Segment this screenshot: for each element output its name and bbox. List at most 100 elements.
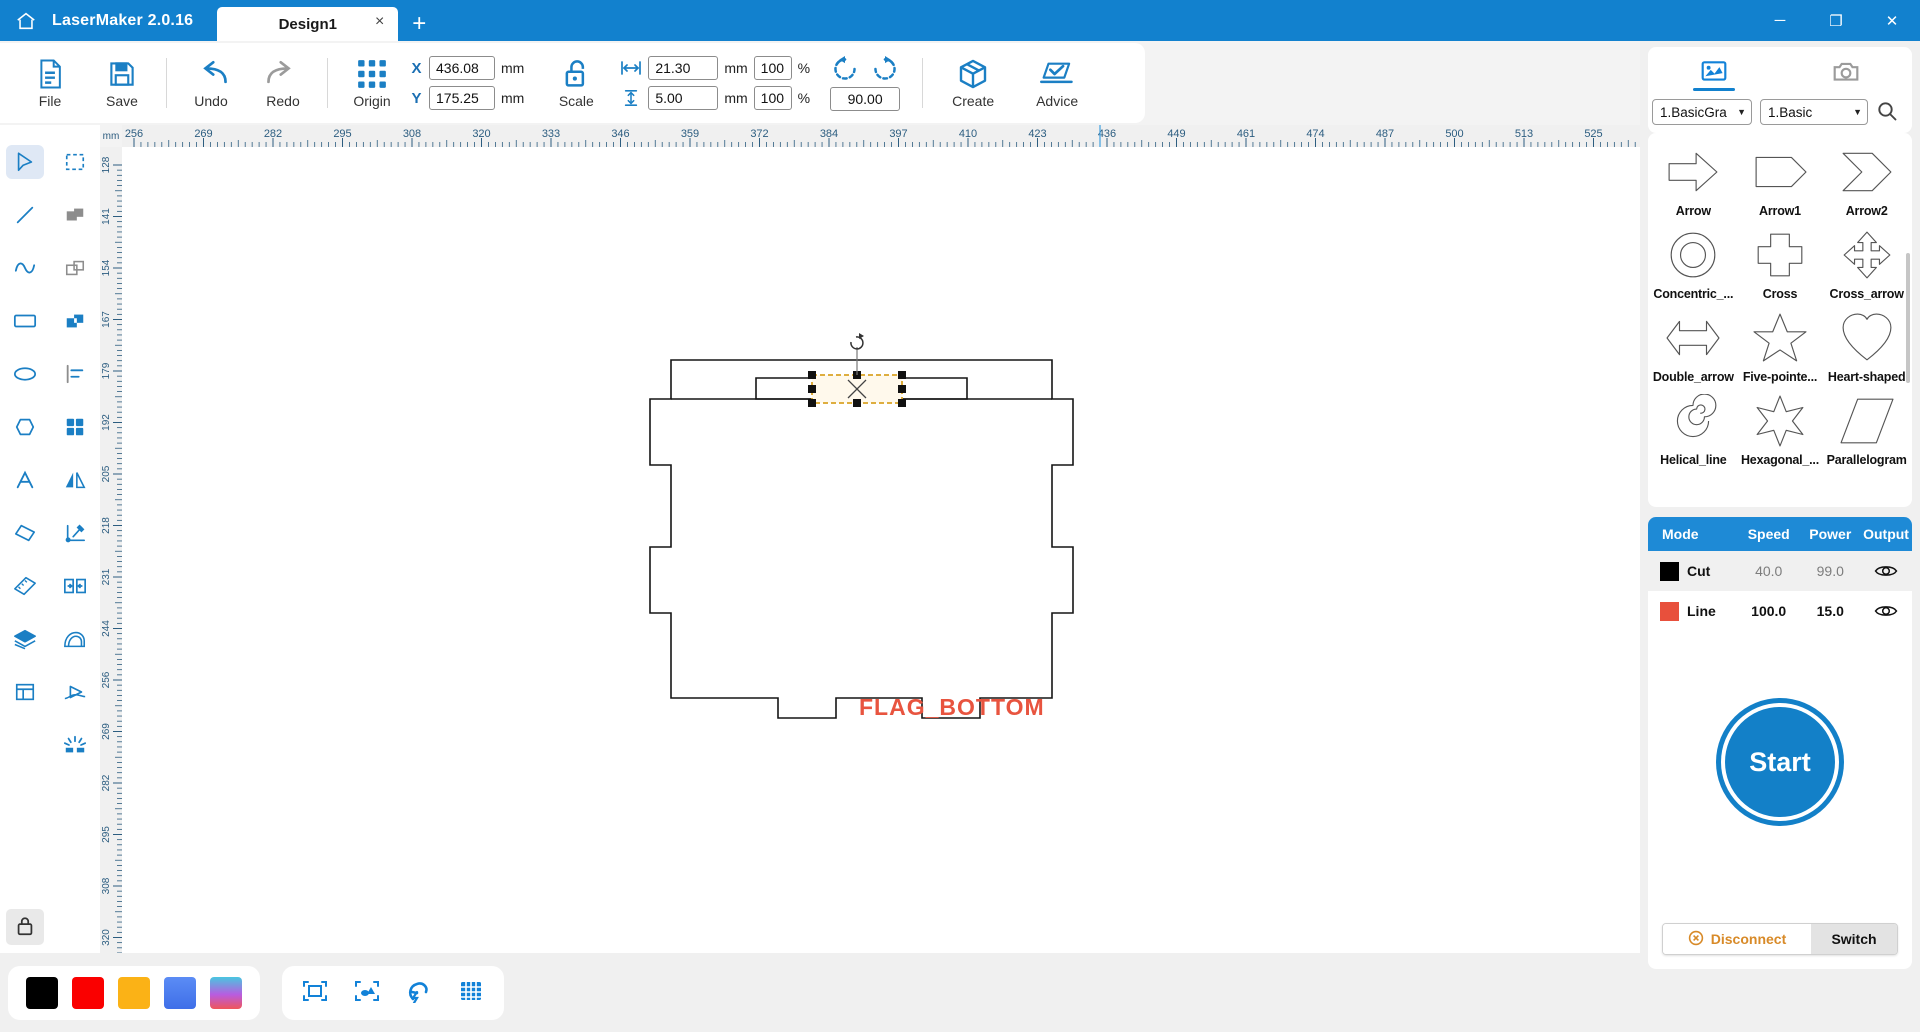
array-tool[interactable] — [50, 400, 100, 453]
home-icon[interactable] — [0, 0, 52, 41]
select-similar-icon[interactable] — [354, 979, 380, 1006]
eraser-tool[interactable] — [0, 506, 50, 559]
height-input[interactable]: 5.00 — [648, 86, 719, 110]
horizontal-ruler[interactable]: 256 269 282 295 308 320 333 346 359 372 384 397 410 4… — [122, 125, 1640, 147]
maximize-icon[interactable]: ❐ — [1808, 0, 1864, 41]
width-input[interactable]: 21.30 — [648, 56, 719, 80]
redo-button[interactable]: Redo — [247, 58, 319, 109]
shape-item-concentric[interactable]: Concentric_... — [1650, 222, 1737, 305]
measure-angle-tool[interactable] — [50, 506, 100, 559]
marquee-select-tool[interactable] — [50, 135, 100, 188]
text-tool[interactable] — [0, 453, 50, 506]
subtract-tool[interactable] — [50, 241, 100, 294]
table-row[interactable]: Cut 40.0 99.0 — [1648, 551, 1912, 591]
path-arrow-icon — [56, 675, 94, 709]
rotation-input[interactable]: 90.00 — [830, 86, 901, 111]
save-button[interactable]: Save — [86, 58, 158, 109]
table-row[interactable]: Line 100.0 15.0 — [1648, 591, 1912, 631]
swatch-gradient[interactable] — [210, 976, 242, 1009]
shape-item-arrow1[interactable]: Arrow1 — [1737, 139, 1824, 222]
redo-label: Redo — [266, 92, 300, 109]
magnet-snap-icon[interactable] — [406, 979, 432, 1006]
frame-tool[interactable] — [0, 665, 50, 718]
disconnect-button[interactable]: Disconnect — [1663, 924, 1811, 954]
x-input[interactable]: 436.08 — [429, 56, 495, 80]
swatch-blue[interactable] — [164, 976, 196, 1009]
eye-icon[interactable] — [1860, 603, 1912, 619]
divider — [922, 58, 924, 108]
shape-item-heartshaped[interactable]: Heart-shaped — [1823, 305, 1910, 388]
minimize-icon[interactable]: ─ — [1752, 0, 1808, 41]
file-button[interactable]: File — [14, 58, 86, 109]
vertical-ruler[interactable]: 128 141 154 167 179 192 205 218 231 244 256 269 282 2… — [100, 147, 122, 953]
shape-scrollbar[interactable] — [1906, 253, 1910, 383]
rotate-left-icon[interactable] — [832, 55, 858, 82]
subcategory-select[interactable]: 1.Basic ▼ — [1760, 99, 1868, 125]
category-select[interactable]: 1.BasicGra ▼ — [1652, 99, 1752, 125]
design-canvas[interactable]: FLAG_BOTTOM — [122, 147, 1640, 953]
redo-icon — [264, 58, 302, 90]
shape-item-arrow2[interactable]: Arrow2 — [1823, 139, 1910, 222]
swatch-red[interactable] — [72, 976, 104, 1009]
shape-library[interactable]: Arrow Arrow1 Arrow2 Concentric_... Cross Cros… — [1648, 133, 1912, 507]
height-percent-input[interactable]: 100 — [753, 86, 792, 110]
shape-item-cross[interactable]: Cross — [1737, 222, 1824, 305]
close-icon[interactable]: × — [375, 14, 384, 30]
lock-tool[interactable] — [6, 909, 44, 945]
polygon-tool[interactable] — [0, 400, 50, 453]
eye-icon[interactable] — [1860, 563, 1912, 579]
union-tool[interactable] — [50, 188, 100, 241]
distribute-tool[interactable] — [50, 559, 100, 612]
origin-button[interactable]: Origin — [336, 58, 408, 109]
layer-color-swatch[interactable] — [1660, 561, 1679, 581]
width-percent-input[interactable]: 100 — [753, 56, 792, 80]
layer-speed-value[interactable]: 100.0 — [1737, 603, 1800, 619]
swatch-black[interactable] — [26, 976, 58, 1009]
path-tool[interactable] — [50, 665, 100, 718]
shape-item-arrow[interactable]: Arrow — [1650, 139, 1737, 222]
new-tab-button[interactable]: + — [412, 12, 426, 36]
cross-arrow-shape — [1838, 228, 1896, 285]
layers-tool[interactable] — [0, 612, 50, 665]
curve-tool[interactable] — [0, 241, 50, 294]
advice-button[interactable]: Advice — [1015, 58, 1099, 109]
shape-item-helicalline[interactable]: Helical_line — [1650, 388, 1737, 471]
layer-speed-value[interactable]: 40.0 — [1737, 563, 1800, 579]
rotate-right-icon[interactable] — [872, 55, 898, 82]
start-button[interactable]: Start — [1725, 707, 1835, 817]
layer-power-value[interactable]: 99.0 — [1800, 563, 1860, 579]
close-window-icon[interactable]: ✕ — [1864, 0, 1920, 41]
line-tool[interactable] — [0, 188, 50, 241]
select-tool[interactable] — [0, 135, 50, 188]
ruler-tool[interactable] — [0, 559, 50, 612]
align-tool[interactable] — [50, 347, 100, 400]
layer-color-swatch[interactable] — [1660, 601, 1679, 621]
camera-tab[interactable] — [1780, 47, 1912, 93]
shape-item-parallelogram[interactable]: Parallelogram — [1823, 388, 1910, 471]
y-unit: mm — [501, 90, 525, 106]
grid-toggle-icon[interactable] — [458, 979, 484, 1006]
document-tab-design1[interactable]: Design1 × — [217, 7, 399, 41]
shape-item-fivepointe[interactable]: Five-pointe... — [1737, 305, 1824, 388]
search-icon[interactable] — [1876, 100, 1898, 125]
shape-item-crossarrow[interactable]: Cross_arrow — [1823, 222, 1910, 305]
rectangle-tool[interactable] — [0, 294, 50, 347]
swatch-orange[interactable] — [118, 976, 150, 1009]
mirror-tool[interactable] — [50, 453, 100, 506]
library-tab[interactable] — [1648, 47, 1780, 93]
shape-item-doublearrow[interactable]: Double_arrow — [1650, 305, 1737, 388]
frame-select-icon[interactable] — [302, 979, 328, 1006]
offset-tool[interactable] — [50, 612, 100, 665]
ellipse-tool[interactable] — [0, 347, 50, 400]
switch-button[interactable]: Switch — [1811, 924, 1897, 954]
curve-icon — [6, 251, 44, 285]
explode-tool[interactable] — [50, 718, 100, 771]
create-button[interactable]: Create — [931, 58, 1015, 109]
scale-lock-button[interactable]: Scale — [540, 58, 612, 109]
intersect-tool[interactable] — [50, 294, 100, 347]
shape-label: Arrow — [1675, 204, 1711, 218]
undo-button[interactable]: Undo — [175, 58, 247, 109]
y-input[interactable]: 175.25 — [429, 86, 495, 110]
shape-item-hexagonal[interactable]: Hexagonal_... — [1737, 388, 1824, 471]
layer-power-value[interactable]: 15.0 — [1800, 603, 1860, 619]
